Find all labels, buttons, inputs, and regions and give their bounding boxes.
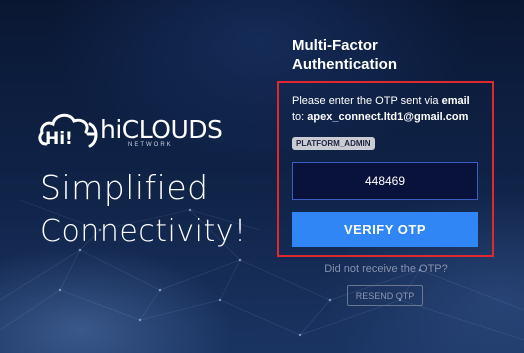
verify-otp-button[interactable]: VERIFY OTP (292, 212, 478, 247)
brand-subtitle: NETWORK (128, 142, 173, 148)
message-channel: email (441, 95, 470, 107)
tagline-line-1: Simplified (40, 168, 209, 207)
otp-input[interactable] (292, 162, 478, 200)
recipient-email: apex_connect.ltd1@gmail.com (307, 111, 469, 123)
role-badge: PLATFORM_ADMIN (292, 137, 375, 150)
tagline-line-2: Connectivity! (40, 214, 247, 249)
otp-instructions: Please enter the OTP sent via email to: … (292, 93, 492, 125)
page-title: Multi-Factor Authentication (292, 37, 397, 73)
brand-name: hiCLOUDS (100, 115, 223, 144)
message-to: to: (292, 111, 308, 123)
otp-not-received-text: Did not receive the OTP? (324, 263, 448, 275)
cloud-logo-icon: Hi! (38, 113, 98, 149)
resend-otp-button[interactable]: RESEND OTP (347, 285, 423, 306)
brand-logo: Hi! hiCLOUDS NETWORK (38, 104, 223, 154)
message-prefix: Please enter the OTP sent via (292, 95, 442, 107)
logo-mark-text: Hi! (45, 129, 73, 149)
